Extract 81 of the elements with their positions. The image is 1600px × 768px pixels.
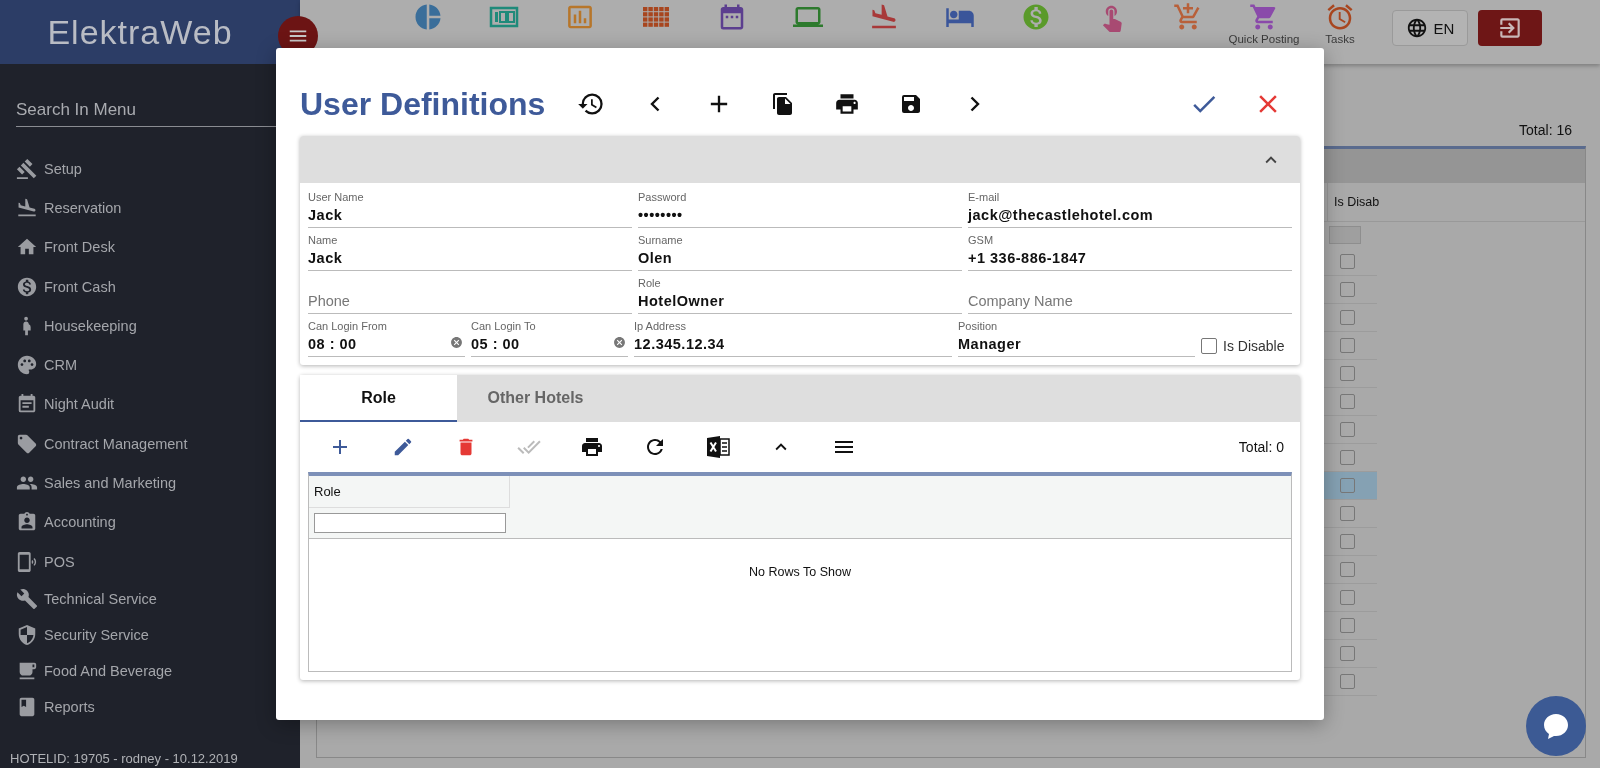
checkbox[interactable] bbox=[1340, 282, 1355, 297]
checkbox[interactable] bbox=[1340, 590, 1355, 605]
sidebar-item[interactable]: Setup bbox=[16, 149, 300, 189]
input-field[interactable]: Role HotelOwner bbox=[638, 271, 962, 314]
input-field[interactable]: GSM +1 336-886-1847 bbox=[968, 228, 1292, 271]
time-field[interactable]: Can Login To 05 : 00 bbox=[471, 314, 628, 357]
input-field[interactable]: User Name Jack bbox=[308, 185, 632, 228]
sidebar-item[interactable]: CRM bbox=[16, 345, 300, 385]
chat-bubble-icon bbox=[1541, 711, 1571, 741]
sidebar-item[interactable]: Food And Beverage bbox=[16, 653, 300, 690]
sidebar-item[interactable]: Reports bbox=[16, 689, 300, 726]
sidebar-item[interactable]: Technical Service bbox=[16, 581, 300, 618]
checkbox[interactable] bbox=[1340, 338, 1355, 353]
sidebar-item[interactable]: POS bbox=[16, 541, 300, 582]
input-field[interactable]: Position Manager bbox=[958, 314, 1195, 357]
sidebar-item[interactable]: Front Desk bbox=[16, 227, 300, 267]
input-field[interactable]: Name Jack bbox=[308, 228, 632, 271]
time-field[interactable]: Can Login From 08 : 00 bbox=[308, 314, 465, 357]
gavel-icon bbox=[16, 157, 38, 180]
checkbox[interactable] bbox=[1340, 422, 1355, 437]
input-field[interactable]: Company Name bbox=[968, 271, 1292, 314]
input-field[interactable]: Password •••••••• bbox=[638, 185, 962, 228]
tab[interactable]: Role bbox=[300, 375, 457, 422]
total-count: Total: 16 bbox=[1519, 122, 1572, 138]
search-field[interactable]: Search In Menu bbox=[16, 94, 300, 127]
toolbar-button[interactable]: Tasks bbox=[1302, 2, 1378, 46]
checkbox[interactable] bbox=[1340, 366, 1355, 381]
sidebar-item[interactable]: Housekeeping bbox=[16, 306, 300, 346]
checkbox[interactable] bbox=[1340, 394, 1355, 409]
palette-icon bbox=[16, 354, 38, 377]
brand-logo: ElektraWeb bbox=[0, 0, 300, 64]
clear-icon[interactable] bbox=[613, 336, 626, 349]
checkbox[interactable] bbox=[1340, 534, 1355, 549]
checkbox[interactable] bbox=[1340, 254, 1355, 269]
is-disable-checkbox[interactable]: Is Disable bbox=[1201, 314, 1285, 357]
chevron-right-icon bbox=[970, 96, 981, 112]
globe-icon bbox=[1405, 17, 1428, 39]
input-field[interactable]: Surname Olen bbox=[638, 228, 962, 271]
filter-field[interactable] bbox=[1329, 226, 1361, 244]
toolbar-button[interactable]: Quick Posting bbox=[1226, 2, 1302, 46]
checkbox[interactable] bbox=[1340, 478, 1355, 493]
input-field[interactable]: Ip Address 12.345.12.34 bbox=[634, 314, 952, 357]
sidebar-item[interactable]: Reservation bbox=[16, 188, 300, 228]
clear-icon[interactable] bbox=[450, 336, 463, 349]
wrench-icon bbox=[16, 588, 38, 611]
sidebar-item[interactable]: Front Cash bbox=[16, 266, 300, 307]
column-header[interactable]: Is Disab bbox=[1327, 183, 1380, 221]
empty-message: No Rows To Show bbox=[748, 565, 852, 579]
checkbox[interactable] bbox=[1340, 674, 1355, 689]
sidebar-item[interactable]: Night Audit bbox=[16, 384, 300, 425]
exit-icon bbox=[1497, 15, 1523, 41]
shield-icon bbox=[16, 624, 38, 647]
checkbox[interactable] bbox=[1340, 646, 1355, 661]
plane-landing-icon bbox=[16, 196, 38, 219]
sidebar-item[interactable]: Accounting bbox=[16, 502, 300, 542]
checkbox[interactable] bbox=[1340, 450, 1355, 465]
sidebar-item[interactable]: Security Service bbox=[16, 617, 300, 654]
sidebar-item[interactable]: Contract Management bbox=[16, 424, 300, 464]
dollar-icon bbox=[16, 275, 38, 298]
footer-text: HOTELID: 19705 - rodney - 10.12.2019 bbox=[10, 751, 238, 766]
checkbox[interactable] bbox=[1340, 506, 1355, 521]
sidebar-item[interactable]: Sales and Marketing bbox=[16, 463, 300, 503]
tag-icon bbox=[16, 432, 38, 455]
checkbox[interactable] bbox=[1340, 562, 1355, 577]
printer-icon bbox=[579, 435, 604, 459]
tab[interactable]: Other Hotels bbox=[457, 375, 614, 422]
checkbox[interactable] bbox=[1340, 310, 1355, 325]
printer-icon bbox=[834, 91, 861, 117]
total-count: Total: 0 bbox=[1238, 439, 1284, 455]
logout-button[interactable] bbox=[1478, 10, 1542, 46]
input-field[interactable]: E-mail jack@thecastlehotel.com bbox=[968, 185, 1292, 228]
spreadsheet-icon bbox=[705, 435, 730, 459]
checkbox[interactable] bbox=[1340, 618, 1355, 633]
dialog-title: User Definitions bbox=[300, 85, 546, 123]
input-field[interactable]: Phone bbox=[308, 271, 632, 314]
column-header[interactable]: Role bbox=[309, 476, 510, 508]
language-button[interactable]: EN bbox=[1392, 10, 1468, 46]
chevron-left-icon bbox=[650, 96, 661, 112]
chat-button[interactable] bbox=[1526, 696, 1586, 756]
phone-icon bbox=[16, 550, 38, 573]
filter-field[interactable] bbox=[314, 513, 506, 533]
